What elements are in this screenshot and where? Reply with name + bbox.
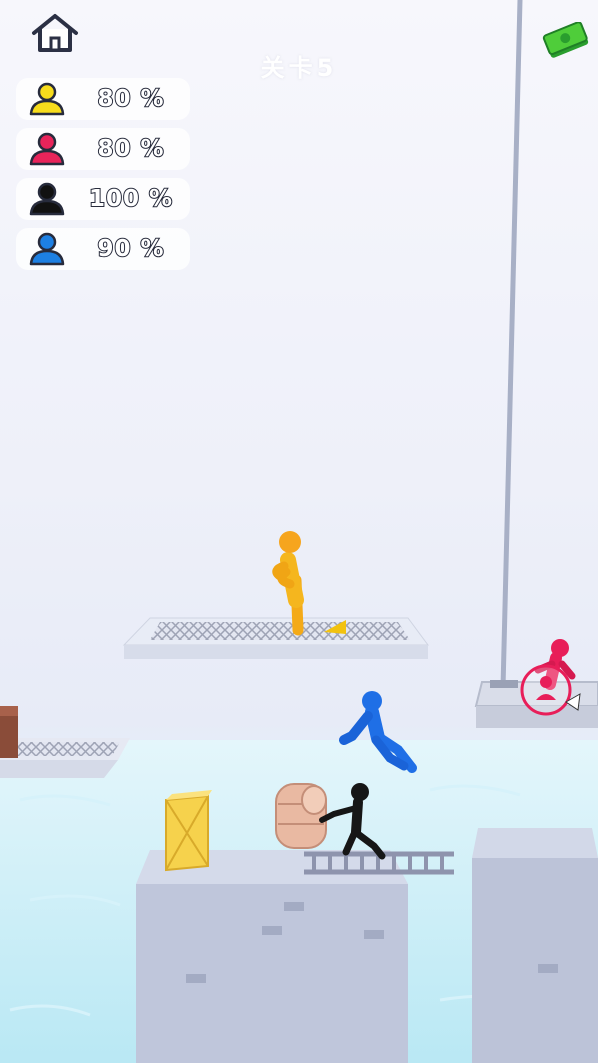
ranking-row-red: 80 %	[16, 128, 190, 170]
game-scene: 关卡5 80 % 80 % 100 % 90 %	[0, 0, 598, 1063]
left-platform	[0, 706, 130, 778]
rank-avatar-body	[29, 149, 65, 166]
rank-avatar-head	[37, 182, 57, 202]
ranking-list: 80 % 80 % 100 % 90 %	[16, 78, 190, 278]
ranking-percent: 80 %	[96, 85, 165, 113]
ranking-row-blue: 90 %	[16, 228, 190, 270]
cash-button[interactable]	[540, 21, 592, 58]
person-icon	[29, 232, 65, 266]
rank-avatar-body	[29, 199, 65, 216]
right-pillar	[472, 828, 598, 1063]
person-icon	[29, 82, 65, 116]
yellow-crate	[165, 790, 212, 872]
rank-avatar-head	[37, 132, 57, 152]
center-platform	[122, 617, 429, 659]
rank-avatar-head	[37, 82, 57, 102]
wooden-barrel	[275, 783, 327, 849]
rank-avatar-body	[29, 249, 65, 266]
rank-avatar-body	[29, 99, 65, 116]
ranking-percent: 90 %	[96, 235, 165, 263]
person-icon	[29, 132, 65, 166]
hud: 关卡5 80 % 80 % 100 % 90 %	[0, 0, 598, 300]
ranking-percent: 100 %	[88, 185, 174, 213]
target-arrow-icon	[520, 664, 581, 716]
target-indicator-button[interactable]	[512, 660, 584, 720]
ranking-percent: 80 %	[96, 135, 165, 163]
cash-icon	[542, 21, 589, 58]
ranking-row-yellow: 80 %	[16, 78, 190, 120]
person-icon	[29, 182, 65, 216]
ranking-row-black: 100 %	[16, 178, 190, 220]
rank-avatar-head	[37, 232, 57, 252]
left-pillar	[136, 850, 408, 1063]
